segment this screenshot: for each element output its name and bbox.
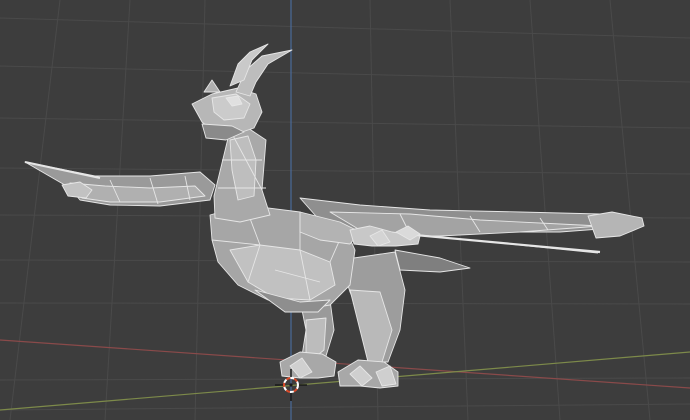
viewport-canvas[interactable] xyxy=(0,0,690,420)
3d-viewport[interactable] xyxy=(0,0,690,420)
